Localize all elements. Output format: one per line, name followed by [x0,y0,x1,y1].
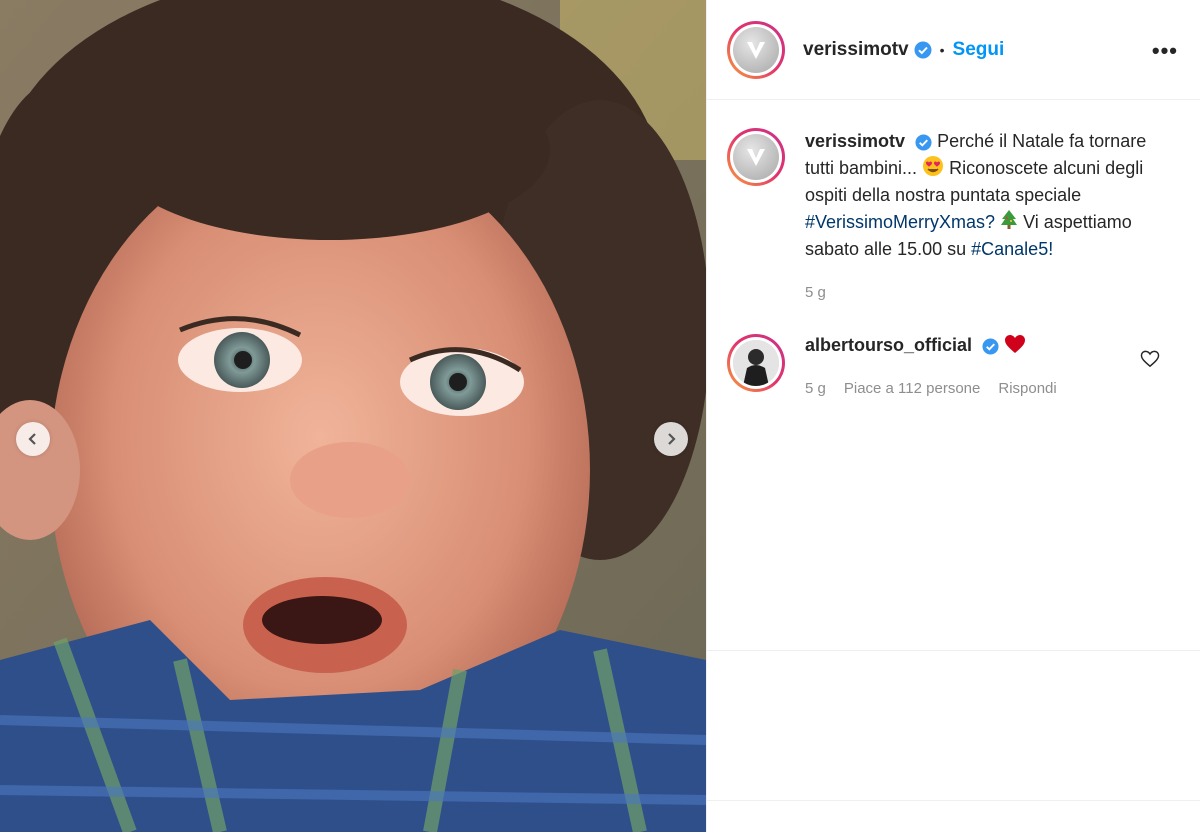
comment-likes-count[interactable]: Piace a 112 persone [844,380,981,397]
hashtag-canale5[interactable]: #Canale5! [971,239,1053,259]
verissimo-logo-icon [747,149,765,166]
commenter-avatar[interactable] [727,334,785,392]
chevron-left-icon [28,433,36,445]
post-caption: verissimotv Perché il Natale fa tornare … [707,100,1200,306]
caption-timestamp: 5 g [805,284,826,301]
commenter-username[interactable]: albertourso_official [805,335,972,355]
post-photo [0,0,706,832]
reply-button[interactable]: Rispondi [998,380,1056,397]
heart-outline-icon[interactable] [1140,350,1160,368]
caption-username[interactable]: verissimotv [805,131,905,151]
separator-dot: • [939,41,945,58]
author-avatar[interactable] [727,20,785,79]
post-header: verissimotv • Segui ••• [707,0,1200,100]
verified-badge-icon [982,338,999,355]
verified-badge-icon [915,134,932,151]
verissimo-logo-icon [747,41,765,59]
christmas-tree-emoji [1001,210,1018,229]
caption-author-avatar[interactable] [727,128,785,186]
hashtag-verissimo-merry-xmas[interactable]: #VerissimoMerryXmas? [805,212,995,232]
commenter-photo [733,340,779,386]
verified-badge-icon [914,41,932,58]
comment-item: albertourso_official 5 g Piace a 112 per… [707,306,1200,397]
heart-eyes-emoji [923,156,944,176]
comment-timestamp: 5 g [805,380,826,397]
red-heart-emoji [1005,335,1026,353]
chevron-right-icon [668,433,676,445]
carousel-prev-button[interactable] [16,422,50,456]
carousel-next-button[interactable] [654,422,688,456]
follow-button[interactable]: Segui [953,39,1005,61]
child-portrait-photo [0,0,706,832]
more-options-icon[interactable]: ••• [1152,38,1178,64]
post-side-panel: verissimotv • Segui ••• verissimotv Perc… [706,0,1200,832]
author-username[interactable]: verissimotv [803,39,909,61]
instagram-post: verissimotv • Segui ••• verissimotv Perc… [0,0,1200,832]
divider [707,800,1200,801]
divider [707,650,1200,651]
